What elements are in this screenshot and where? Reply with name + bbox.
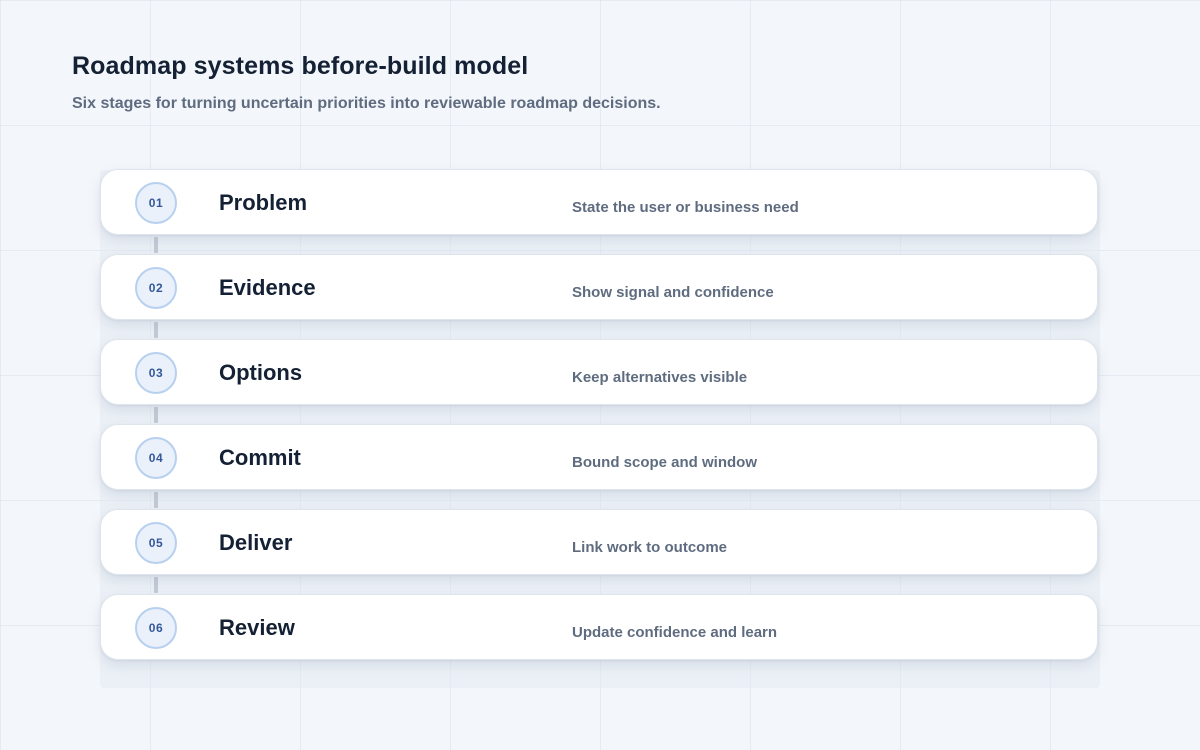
stage-description: Show signal and confidence — [572, 284, 774, 301]
stage-name: Evidence — [219, 275, 316, 300]
stage-name: Commit — [219, 445, 301, 470]
stage-description: Keep alternatives visible — [572, 369, 748, 386]
stage-name: Problem — [219, 190, 308, 215]
stage-card-review: 06 Review Update confidence and learn — [100, 594, 1098, 660]
stage-name: Options — [219, 360, 303, 385]
stage-number-badge: 06 — [135, 607, 177, 649]
stage-connector — [154, 492, 158, 508]
stage-name: Review — [219, 615, 295, 640]
stage-number-badge: 03 — [135, 352, 177, 394]
stage-number-badge: 05 — [135, 522, 177, 564]
stage-connector — [154, 407, 158, 423]
stage-card-options: 03 Options Keep alternatives visible — [100, 339, 1098, 405]
stage-card-evidence: 02 Evidence Show signal and confidence — [100, 254, 1098, 320]
page-title: Roadmap systems before-build model — [72, 52, 529, 80]
stage-card-commit: 04 Commit Bound scope and window — [100, 424, 1098, 490]
stage-number-badge: 01 — [135, 182, 177, 224]
stage-description: Bound scope and window — [572, 454, 757, 471]
stage-connector — [154, 237, 158, 253]
stage-number-badge: 04 — [135, 437, 177, 479]
stage-card-deliver: 05 Deliver Link work to outcome — [100, 509, 1098, 575]
stage-description: Link work to outcome — [572, 539, 728, 556]
stage-description: State the user or business need — [572, 199, 799, 216]
stage-connector — [154, 322, 158, 338]
stage-connector — [154, 577, 158, 593]
page-subtitle: Six stages for turning uncertain priorit… — [72, 95, 661, 112]
stage-card-problem: 01 Problem State the user or business ne… — [100, 169, 1098, 235]
stage-number-badge: 02 — [135, 267, 177, 309]
stage-name: Deliver — [219, 530, 293, 555]
stage-description: Update confidence and learn — [572, 624, 778, 641]
